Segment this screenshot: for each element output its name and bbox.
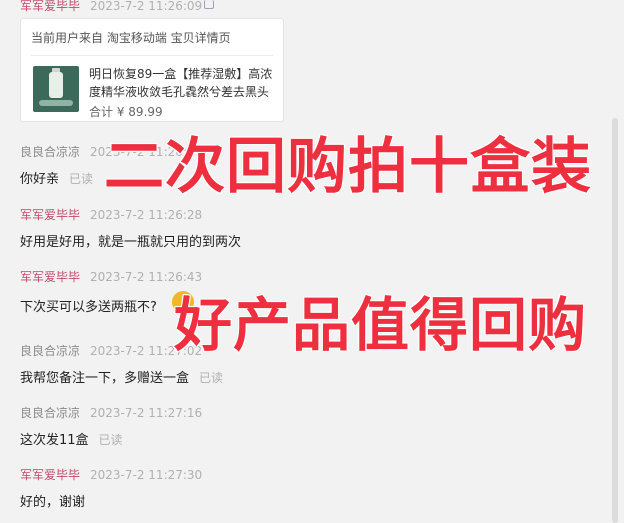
- read-status: 已读: [199, 371, 224, 385]
- product-price: ¥ 89.99: [116, 105, 163, 119]
- message-body: 你好亲: [20, 172, 60, 187]
- card-divider: [31, 55, 273, 56]
- sender-name: 良良合凉凉: [20, 344, 81, 358]
- chat-window: 军军爱毕毕 2023-7-2 11:26:09 当前用户来自 淘宝移动端 宝贝详情…: [0, 0, 624, 523]
- message-text: 下次买可以多送两瓶不?: [20, 300, 157, 315]
- bottle-shape: [49, 72, 63, 98]
- message-meta: 良良合凉凉 2023-7-2 11:27:16: [20, 404, 202, 421]
- message-body: 我帮您备注一下，多赠送一盒: [20, 371, 190, 386]
- scrollbar[interactable]: [612, 118, 618, 523]
- message-body: 这次发11盒: [20, 433, 89, 448]
- product-title[interactable]: 明日恢复89一盒【推荐湿敷】高浓度精华液收敛毛孔毳然兮差去黑头: [89, 65, 275, 101]
- sender-name: 军军爱毕毕: [20, 270, 81, 284]
- message-text: 好用是好用，就是一瓶就只用的到两次: [20, 235, 242, 250]
- sender-name: 军军爱毕毕: [20, 468, 81, 482]
- message-time: 2023-7-2 11:26:28: [90, 208, 203, 222]
- message-text: 好的，谢谢: [20, 495, 86, 510]
- read-status: 已读: [98, 433, 123, 447]
- message-time: 2023-7-2 11:27:30: [90, 468, 203, 482]
- sender-name: 军军爱毕毕: [20, 0, 81, 13]
- message-text: 这次发11盒 已读: [20, 429, 123, 448]
- total-label: 合计: [89, 105, 114, 119]
- sender-name: 良良合凉凉: [20, 406, 81, 420]
- message-text: 你好亲 已读: [20, 168, 93, 187]
- tray-shape: [39, 100, 73, 106]
- message-text: 我帮您备注一下，多赠送一盒 已读: [20, 367, 223, 386]
- overlay-caption-bottom: 好产品值得回购: [174, 291, 588, 359]
- sender-name: 军军爱毕毕: [20, 208, 81, 222]
- message-time: 2023-7-2 11:27:16: [90, 406, 203, 420]
- product-card[interactable]: 当前用户来自 淘宝移动端 宝贝详情页 明日恢复89一盒【推荐湿敷】高浓度精华液收…: [20, 18, 284, 122]
- read-status: 已读: [69, 172, 94, 186]
- message-meta: 军军爱毕毕 2023-7-2 11:26:28: [20, 206, 202, 223]
- sender-name: 良良合凉凉: [20, 145, 81, 159]
- pin-icon: [204, 0, 214, 9]
- message-meta: 军军爱毕毕 2023-7-2 11:27:30: [20, 466, 202, 483]
- card-source: 当前用户来自 淘宝移动端 宝贝详情页: [31, 31, 231, 45]
- overlay-caption-top: 二次回购拍十盒装: [104, 132, 592, 202]
- message-meta: 军军爱毕毕 2023-7-2 11:26:09: [20, 0, 202, 14]
- message-time: 2023-7-2 11:26:09: [90, 0, 203, 13]
- product-thumbnail[interactable]: [33, 66, 79, 112]
